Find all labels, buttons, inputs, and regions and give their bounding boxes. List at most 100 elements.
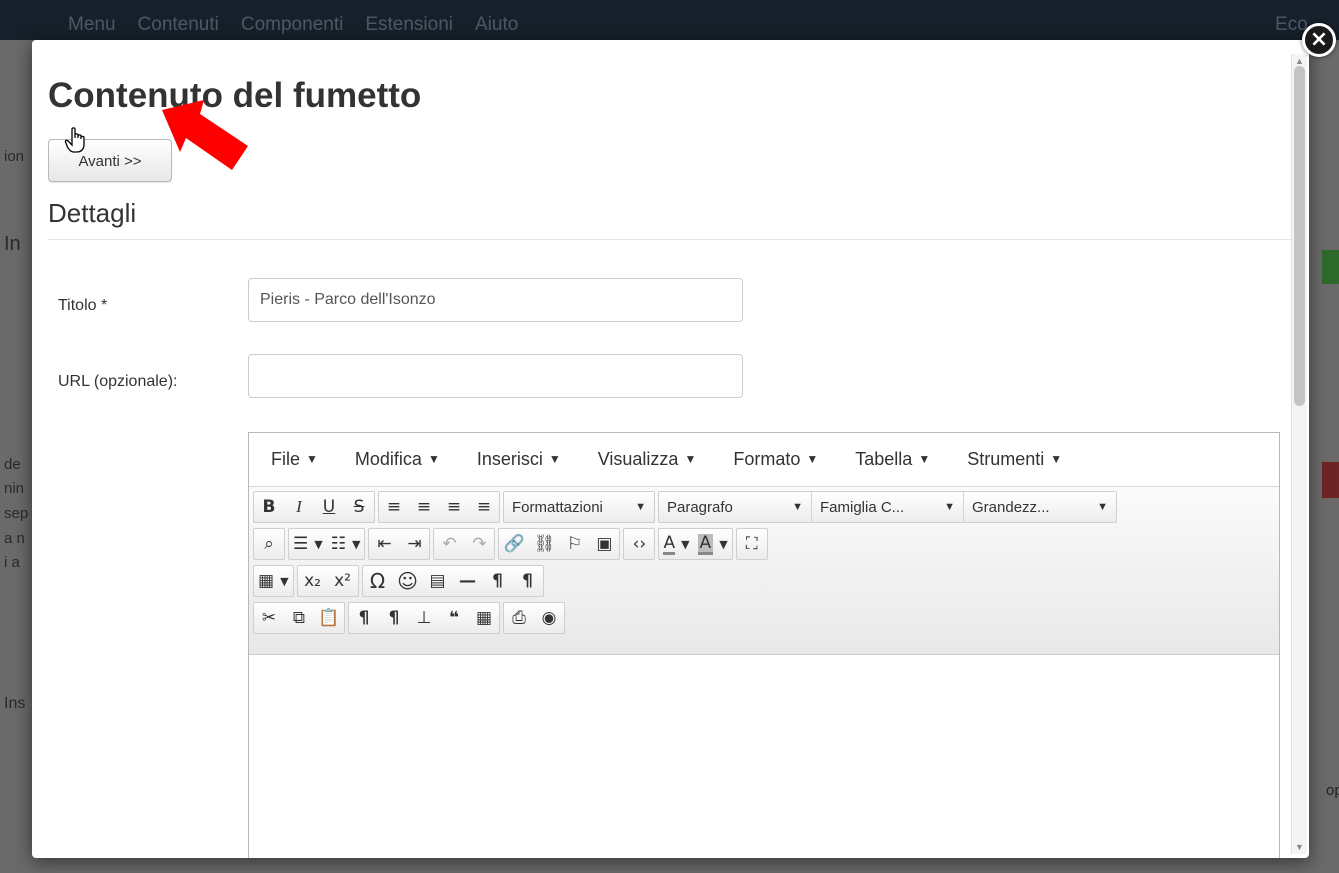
table-group: ▦ ▼	[253, 565, 294, 597]
align-center-icon[interactable]: ≡	[409, 492, 439, 522]
text-style-group: B I U S	[253, 491, 375, 523]
background-left-column: ion In de nin sep a n i a Ins	[0, 40, 32, 873]
background-fragment: In	[4, 233, 21, 255]
paste-icon[interactable]: 📋	[314, 603, 344, 633]
background-menu-item: Componenti	[240, 14, 344, 35]
formats-select[interactable]: Formattazioni ▼	[504, 492, 654, 522]
justify-icon[interactable]: ≡	[469, 492, 499, 522]
preview-icon[interactable]: ◉	[534, 603, 564, 633]
find-group: ⌕	[253, 528, 285, 560]
emoticon-icon[interactable]: ☺	[393, 566, 423, 596]
unlink-icon[interactable]: ⛓	[529, 529, 559, 559]
title-input[interactable]: Pieris - Parco dell'Isonzo	[248, 278, 743, 322]
menu-table[interactable]: Tabella ▼	[855, 449, 930, 470]
pagebreak-icon[interactable]: ▦	[469, 603, 499, 633]
background-fragment: nin	[4, 480, 25, 497]
scroll-up-icon[interactable]: ▲	[1295, 56, 1304, 66]
background-fragment: a n	[4, 530, 25, 547]
background-fragment: Ins	[4, 695, 26, 712]
block-format-select[interactable]: Paragrafo ▼	[659, 492, 812, 522]
bold-button[interactable]: B	[254, 492, 284, 522]
background-menu-item: Estensioni	[365, 14, 453, 35]
link-group: 🔗 ⛓ ⚐ ▣	[498, 528, 621, 560]
block-group: ¶ ¶ ⊥ ❝ ▦	[348, 602, 500, 634]
output-group: ⎙ ◉	[503, 602, 565, 634]
close-icon[interactable]: ×	[1302, 23, 1336, 57]
menu-insert[interactable]: Inserisci ▼	[477, 449, 561, 470]
italic-button[interactable]: I	[284, 492, 314, 522]
code-group: ‹›	[623, 528, 656, 560]
fullscreen-group: ⛶	[735, 528, 768, 560]
menu-format[interactable]: Formato ▼	[733, 449, 818, 470]
anchor-icon[interactable]: ⚐	[559, 529, 589, 559]
hand-cursor-icon	[64, 127, 85, 153]
numbered-list-icon[interactable]: ☷ ▼	[327, 529, 365, 559]
rtl-icon[interactable]: ¶	[513, 566, 543, 596]
toolbar-row: ⌕ ☰ ▼ ☷ ▼ ⇤ ⇥ ↶ ↷ 🔗 ⛓ ⚐ ▣ ‹› A ▼ A ▼ ⛶	[253, 527, 1275, 561]
fullscreen-icon[interactable]: ⛶	[737, 529, 767, 559]
visual-blocks-icon[interactable]: ¶	[379, 603, 409, 633]
list-group: ☰ ▼ ☷ ▼	[288, 528, 366, 560]
background-red-block	[1322, 462, 1339, 498]
bullet-list-icon[interactable]: ☰ ▼	[289, 529, 327, 559]
section-divider	[48, 239, 1291, 240]
background-fragment: i a	[4, 554, 20, 571]
background-fragment: de	[4, 456, 21, 473]
toolbar-row: ✂ ⧉ 📋 ¶ ¶ ⊥ ❝ ▦ ⎙ ◉	[253, 601, 1275, 635]
code-icon[interactable]: ‹›	[624, 529, 654, 559]
strikethrough-button[interactable]: S	[344, 492, 374, 522]
alignment-group: ≡ ≡ ≡ ≡	[378, 491, 500, 523]
table-icon[interactable]: ▦ ▼	[254, 566, 293, 596]
toolbar-row: B I U S ≡ ≡ ≡ ≡ Formattazioni ▼ Paragrafo…	[253, 490, 1275, 524]
find-replace-icon[interactable]: ⌕	[254, 529, 284, 559]
underline-button[interactable]: U	[314, 492, 344, 522]
background-fragment: sep	[4, 505, 29, 522]
ltr-icon[interactable]: ¶	[483, 566, 513, 596]
horizontal-rule-icon[interactable]: —	[453, 566, 483, 596]
modal-scrollbar[interactable]: ▲ ▼	[1291, 54, 1307, 854]
background-menu-item: Contenuti	[137, 14, 219, 35]
editor-content-area[interactable]	[249, 655, 1279, 858]
url-input[interactable]	[248, 354, 743, 398]
align-right-icon[interactable]: ≡	[439, 492, 469, 522]
cut-icon[interactable]: ✂	[254, 603, 284, 633]
menu-file[interactable]: File ▼	[271, 449, 318, 470]
superscript-icon[interactable]: x²	[328, 566, 358, 596]
background-green-block	[1322, 250, 1339, 284]
outdent-icon[interactable]: ⇤	[369, 529, 399, 559]
font-size-select[interactable]: Grandezz... ▼	[964, 492, 1116, 522]
editor-toolbar: B I U S ≡ ≡ ≡ ≡ Formattazioni ▼ Paragrafo…	[249, 487, 1279, 655]
redo-icon[interactable]: ↷	[464, 529, 494, 559]
background-color-icon[interactable]: A ▼	[694, 529, 732, 559]
print-icon[interactable]: ⎙	[504, 603, 534, 633]
copy-icon[interactable]: ⧉	[284, 603, 314, 633]
menu-tools[interactable]: Strumenti ▼	[967, 449, 1062, 470]
blockquote-icon[interactable]: ❝	[439, 603, 469, 633]
image-icon[interactable]: ▣	[589, 529, 619, 559]
background-fragment: ion	[4, 148, 25, 165]
rich-text-editor: File ▼ Modifica ▼ Inserisci ▼ Visualizza ▼ F…	[248, 432, 1280, 858]
indent-icon[interactable]: ⇥	[399, 529, 429, 559]
text-color-icon[interactable]: A ▼	[659, 529, 693, 559]
media-icon[interactable]: ▤	[423, 566, 453, 596]
link-icon[interactable]: 🔗	[499, 529, 529, 559]
scroll-down-icon[interactable]: ▼	[1295, 842, 1304, 852]
indent-group: ⇤ ⇥	[368, 528, 431, 560]
clipboard-group: ✂ ⧉ 📋	[253, 602, 345, 634]
align-left-icon[interactable]: ≡	[379, 492, 409, 522]
menu-edit[interactable]: Modifica ▼	[355, 449, 440, 470]
font-family-select[interactable]: Famiglia C... ▼	[812, 492, 964, 522]
red-arrow-annotation	[162, 100, 248, 170]
toolbar-row: ▦ ▼ x₂ x² Ω ☺ ▤ — ¶ ¶	[253, 564, 1275, 598]
undo-icon[interactable]: ↶	[434, 529, 464, 559]
subscript-icon[interactable]: x₂	[298, 566, 328, 596]
menu-view[interactable]: Visualizza ▼	[598, 449, 697, 470]
background-menu-item: Aiuto	[475, 14, 519, 35]
history-group: ↶ ↷	[433, 528, 496, 560]
color-group: A ▼ A ▼	[658, 528, 733, 560]
special-char-icon[interactable]: Ω	[363, 566, 393, 596]
visual-chars-icon[interactable]: ¶	[349, 603, 379, 633]
template-icon[interactable]: ⊥	[409, 603, 439, 633]
background-right-fragment: op	[1326, 782, 1339, 799]
scroll-thumb[interactable]	[1294, 66, 1305, 406]
